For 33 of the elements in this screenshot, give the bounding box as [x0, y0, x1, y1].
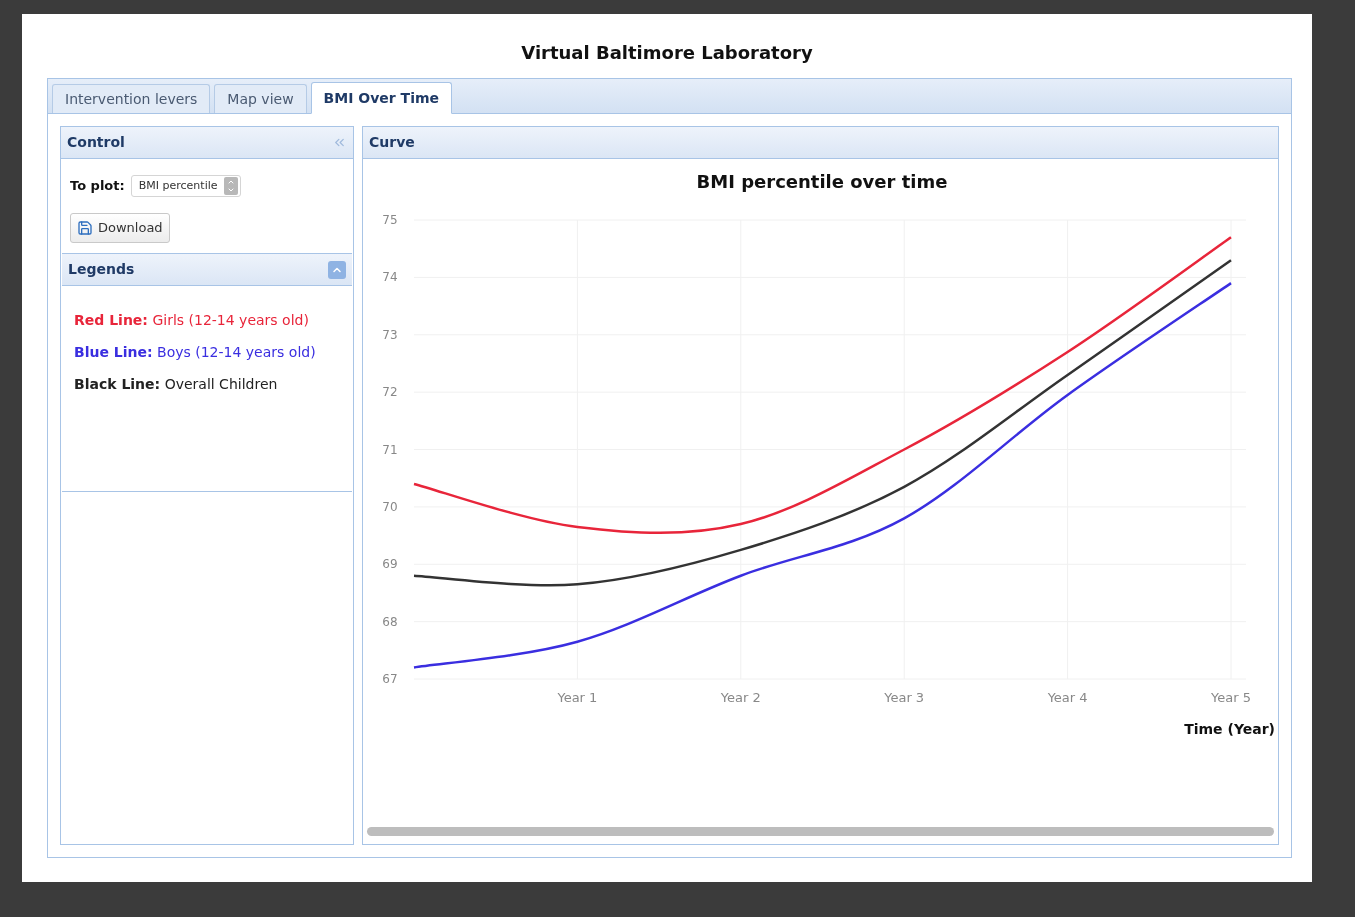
download-button[interactable]: Download [70, 213, 170, 243]
y-tick-label: 69 [382, 557, 398, 572]
y-tick-label: 70 [382, 499, 398, 514]
y-tick-label: 75 [382, 213, 398, 227]
floppy-icon [77, 220, 93, 236]
legend-entry: Black Line: Overall Children [74, 375, 279, 394]
plot-select[interactable]: BMI percentile [130, 175, 241, 197]
tab[interactable]: Map view [214, 84, 307, 113]
scrollbar[interactable] [367, 827, 1274, 836]
x-axis-title: Time (Year) [1184, 721, 1275, 737]
tab[interactable]: BMI Over Time [310, 82, 452, 114]
panel-title: Curve [369, 133, 415, 152]
field-label: To plot: [70, 177, 125, 196]
y-tick-label: 68 [382, 614, 398, 629]
panel-title: Control [67, 133, 125, 152]
tab[interactable]: Intervention levers [52, 84, 211, 113]
x-tick-label: Year 2 [720, 690, 761, 705]
window-title: Virtual Baltimore Laboratory [521, 41, 813, 64]
x-tick-label: Year 5 [1211, 690, 1251, 705]
spinner-icon [223, 177, 238, 195]
x-tick-label: Year 3 [884, 690, 925, 705]
legend-entry: Red Line: Girls (12-14 years old) [74, 311, 310, 330]
x-tick-label: Year 1 [557, 690, 598, 705]
chart-title: BMI percentile over time [696, 171, 948, 192]
panel-title: Legends [68, 260, 135, 279]
y-tick-label: 72 [382, 385, 398, 400]
y-tick-label: 73 [382, 327, 398, 342]
collapse-button[interactable] [328, 260, 346, 279]
x-tick-label: Year 4 [1047, 690, 1088, 705]
y-tick-label: 67 [382, 672, 398, 686]
legend-entry: Blue Line: Boys (12-14 years old) [74, 343, 317, 362]
y-tick-label: 71 [382, 442, 398, 457]
y-tick-label: 74 [382, 270, 398, 285]
